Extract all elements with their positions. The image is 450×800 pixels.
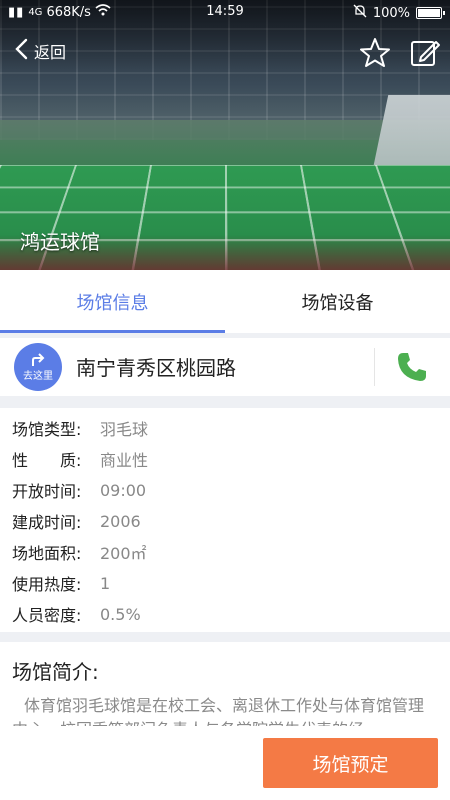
- detail-row: 使用热度: 1: [12, 569, 110, 597]
- detail-value: 羽毛球: [100, 416, 148, 440]
- chevron-left-icon: [14, 38, 28, 64]
- detail-key: 开放时间:: [12, 478, 100, 502]
- tab-venue-info[interactable]: 场馆信息: [0, 270, 225, 334]
- detail-key: 场馆类型:: [12, 416, 100, 440]
- favorite-button[interactable]: [358, 36, 392, 70]
- edit-button[interactable]: [408, 36, 442, 70]
- divider: [0, 632, 450, 642]
- detail-key: 使用热度:: [12, 571, 100, 595]
- venue-name: 鸿运球馆: [20, 226, 100, 255]
- star-icon: [358, 36, 392, 70]
- call-button[interactable]: [395, 350, 429, 384]
- detail-value: 0.5%: [100, 605, 141, 624]
- back-button[interactable]: 返回: [14, 38, 66, 64]
- turn-right-arrow-icon: [30, 353, 46, 367]
- detail-value: 商业性: [100, 447, 148, 471]
- detail-value: 09:00: [100, 481, 146, 500]
- detail-key: 人员密度:: [12, 602, 100, 626]
- detail-row: 场馆类型: 羽毛球: [12, 414, 148, 442]
- detail-value: 2006: [100, 512, 141, 531]
- divider: [0, 396, 450, 408]
- venue-details: 场馆类型: 羽毛球 性 质: 商业性 开放时间: 09:00 建成时间: 200…: [0, 408, 450, 632]
- detail-row: 场地面积: 200㎡: [12, 538, 147, 566]
- battery-percent: 100%: [373, 6, 410, 21]
- bottom-bar: 场馆预定: [0, 726, 450, 800]
- intro-title: 场馆简介:: [12, 656, 99, 685]
- edit-icon: [408, 36, 442, 70]
- status-right: 100%: [353, 4, 442, 22]
- back-label: 返回: [34, 39, 66, 63]
- address-text: 南宁青秀区桃园路: [76, 352, 236, 381]
- detail-key: 性 质:: [12, 447, 100, 471]
- detail-row: 人员密度: 0.5%: [12, 600, 141, 628]
- vertical-divider: [374, 348, 375, 386]
- tab-venue-equipment[interactable]: 场馆设备: [225, 270, 450, 334]
- book-venue-button[interactable]: 场馆预定: [263, 738, 438, 788]
- detail-value: 1: [100, 574, 110, 593]
- detail-row: 开放时间: 09:00: [12, 476, 146, 504]
- navigate-label: 去这里: [23, 367, 53, 382]
- detail-value: 200㎡: [100, 540, 147, 564]
- detail-row: 建成时间: 2006: [12, 507, 141, 535]
- status-bar: ▮▮ 4G 668K/s 14:59 100%: [0, 0, 450, 24]
- address-row: 去这里 南宁青秀区桃园路: [0, 338, 450, 396]
- battery-icon: [416, 7, 442, 19]
- phone-icon: [395, 350, 429, 384]
- detail-key: 场地面积:: [12, 540, 100, 564]
- mute-bell-icon: [353, 4, 367, 22]
- detail-row: 性 质: 商业性: [12, 445, 148, 473]
- detail-key: 建成时间:: [12, 509, 100, 533]
- navigate-button[interactable]: 去这里: [14, 343, 62, 391]
- tab-bar: 场馆信息 场馆设备: [0, 270, 450, 334]
